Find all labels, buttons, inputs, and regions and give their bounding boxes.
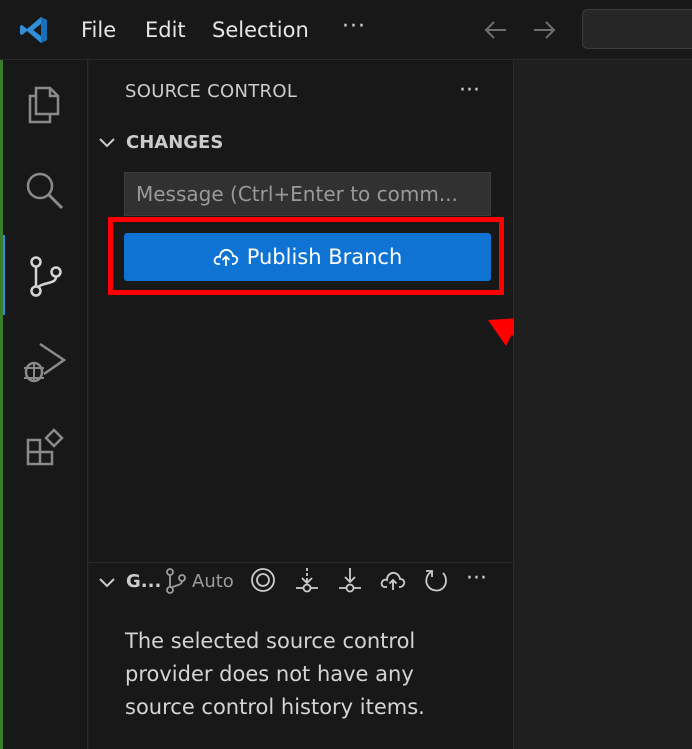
editor-area — [514, 60, 692, 749]
activity-bar — [0, 60, 88, 749]
graph-empty-message: The selected source control provider doe… — [125, 629, 425, 719]
sidebar-title: SOURCE CONTROL — [125, 81, 298, 102]
extensions-icon[interactable] — [20, 424, 68, 472]
back-arrow-icon[interactable] — [482, 16, 510, 44]
refresh-icon[interactable] — [422, 566, 450, 594]
changes-section-header[interactable]: CHANGES — [96, 131, 223, 157]
source-control-icon[interactable] — [20, 252, 68, 300]
vscode-logo-icon — [20, 17, 47, 43]
active-indicator — [3, 235, 5, 315]
menu-edit[interactable]: Edit — [145, 15, 186, 45]
chevron-down-icon[interactable] — [96, 571, 118, 593]
explorer-icon[interactable] — [20, 80, 68, 128]
changes-label: CHANGES — [126, 131, 224, 153]
cloud-upload-icon[interactable] — [379, 566, 407, 594]
fetch-icon[interactable] — [293, 566, 321, 594]
graph-more-button[interactable]: ··· — [466, 566, 487, 591]
publish-branch-label: Publish Branch — [246, 245, 403, 269]
search-icon[interactable] — [20, 166, 68, 214]
run-debug-icon[interactable] — [20, 338, 68, 386]
sidebar-more-button[interactable]: ··· — [459, 78, 480, 103]
menu-more-button[interactable]: ··· — [342, 14, 366, 39]
menu-file[interactable]: File — [81, 15, 116, 45]
command-center-search[interactable] — [582, 9, 692, 49]
cloud-upload-icon — [213, 248, 238, 266]
title-bar: File Edit Selection ··· — [0, 0, 692, 60]
forward-arrow-icon[interactable] — [530, 16, 558, 44]
menu-selection[interactable]: Selection — [212, 15, 309, 45]
window-edge — [0, 60, 3, 749]
target-icon[interactable] — [249, 566, 277, 594]
publish-branch-button[interactable]: Publish Branch — [124, 233, 491, 281]
graph-auto-label[interactable]: Auto — [192, 571, 234, 592]
graph-title: G... — [126, 571, 162, 592]
chevron-down-icon — [99, 138, 115, 148]
pull-icon[interactable] — [336, 566, 364, 594]
commit-message-input[interactable]: Message (Ctrl+Enter to comm... — [124, 172, 491, 216]
branch-icon[interactable] — [164, 567, 188, 595]
